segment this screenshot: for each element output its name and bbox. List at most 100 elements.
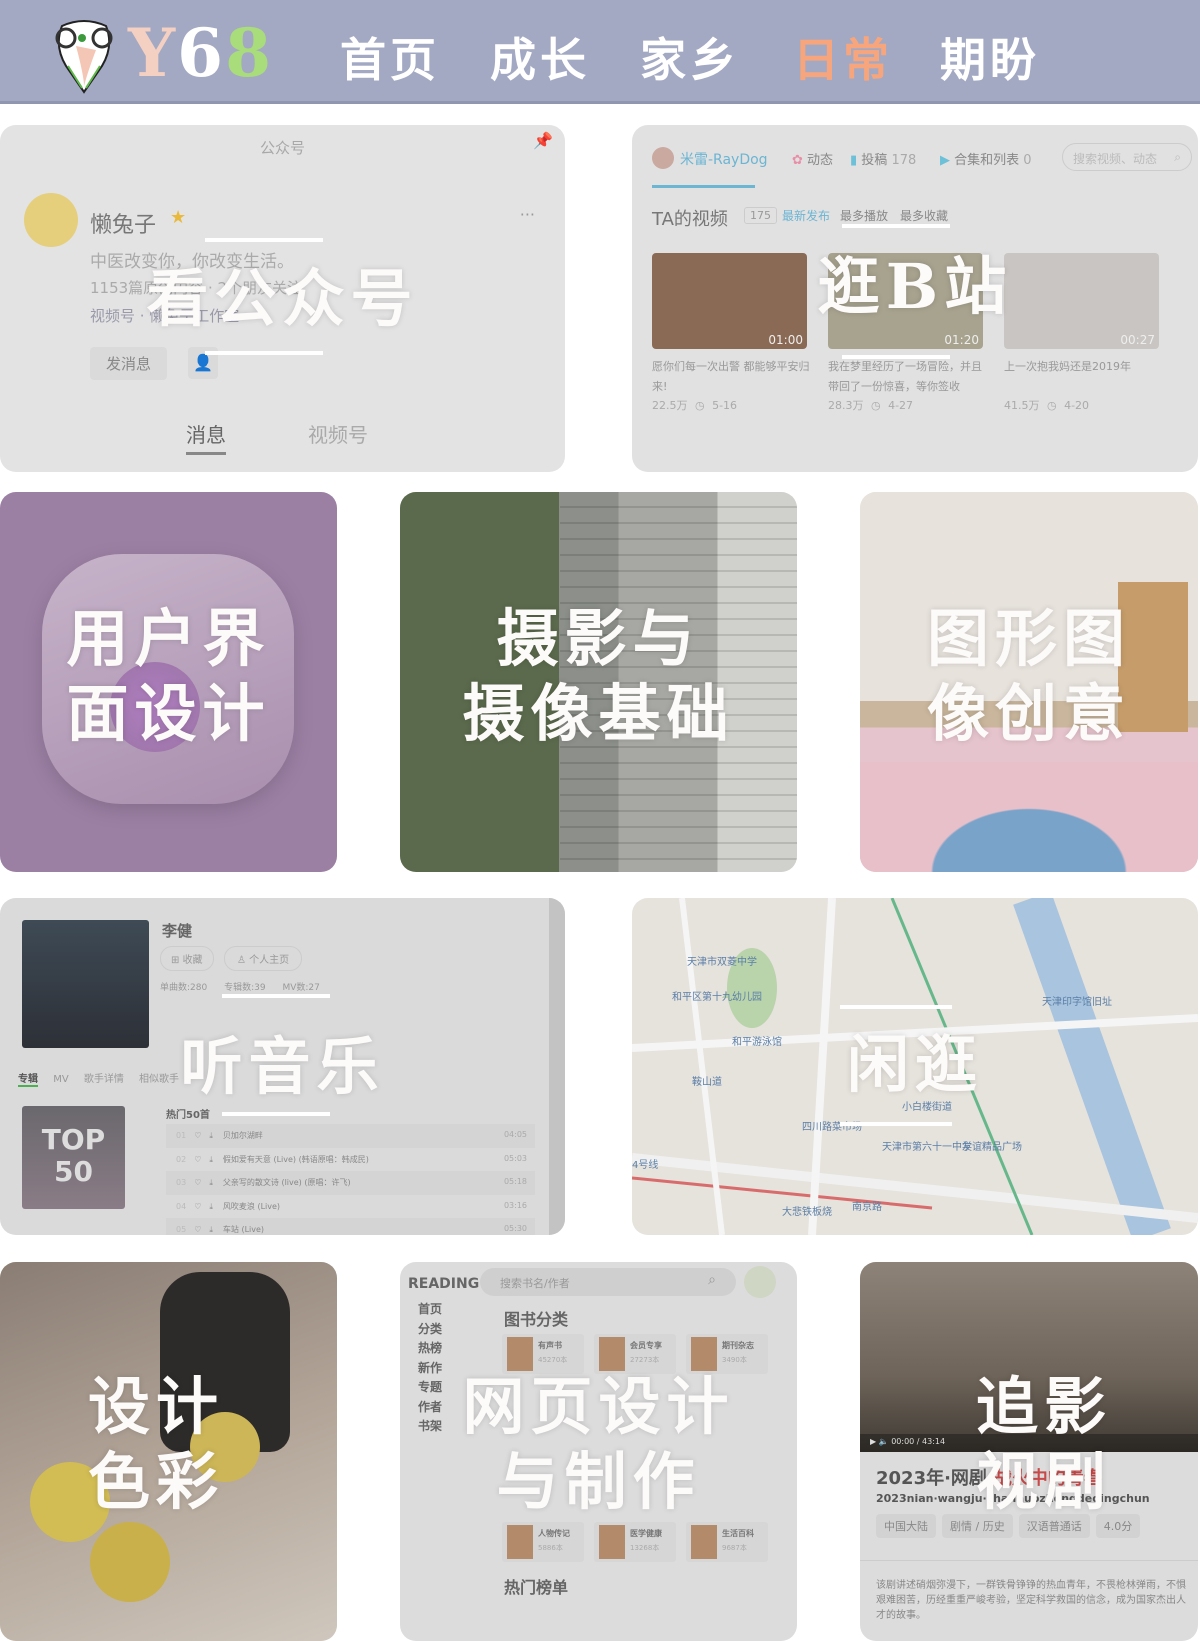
nav-growth[interactable]: 成长	[490, 24, 590, 90]
book-count: 3490本	[722, 1356, 747, 1364]
download-icon[interactable]: ⤓	[209, 1155, 213, 1164]
book-category[interactable]: 医学健康 13268本	[594, 1522, 676, 1562]
brand-logo[interactable]: Y68	[128, 14, 273, 92]
book-cover	[507, 1337, 533, 1371]
card-color[interactable]: 设计 色彩	[0, 1262, 337, 1641]
brand-6: 6	[177, 14, 226, 92]
sheep-logo-icon[interactable]	[52, 16, 116, 94]
song-number: 03	[176, 1178, 187, 1187]
heart-icon[interactable]: ♡	[194, 1178, 201, 1187]
side-nav-item[interactable]: 首页	[418, 1300, 442, 1320]
map-label[interactable]: 和平区第十九幼儿园	[672, 988, 762, 1003]
map-label[interactable]: 友谊精品广场	[962, 1138, 1022, 1153]
map-label[interactable]: 天津印字馆旧址	[1042, 993, 1112, 1008]
tab-messages[interactable]: 消息	[186, 419, 226, 455]
map-label[interactable]: 4号线	[632, 1156, 658, 1171]
book-category-name: 医学健康	[630, 1529, 662, 1538]
card-bilibili[interactable]: 米雷-RayDog ✿ 动态 ▮ 投稿 178 ▶ 合集和列表 0 搜索视频、动…	[632, 125, 1198, 472]
reading-logo[interactable]: READING	[408, 1276, 479, 1292]
card-title-line1: 网页设计	[462, 1370, 735, 1443]
song-number: 02	[176, 1154, 187, 1164]
search-icon[interactable]: ⌕	[708, 1272, 716, 1288]
ranking-title: 热门榜单	[504, 1578, 569, 1597]
song-row[interactable]: 05 ♡ ⤓ 车站 (Live) 05:30	[166, 1218, 535, 1235]
tab-collections[interactable]: ▶ 合集和列表 0	[940, 149, 1032, 168]
card-map[interactable]: 天津市双菱中学 和平区第十九幼儿园 和平游泳馆 鞍山道 南京路 天津市第六十一中学 小白楼街…	[632, 898, 1198, 1235]
tab-dynamic[interactable]: ✿ 动态	[792, 149, 833, 168]
show-description: 该剧讲述硝烟弥漫下，一群铁骨铮铮的热血青年，不畏枪林弹雨，不惧艰难困苦，历经重重…	[876, 1580, 1186, 1621]
pin-icon[interactable]: 📌	[533, 131, 553, 150]
decor-line	[842, 224, 950, 228]
nav-home[interactable]: 首页	[340, 24, 440, 90]
download-icon[interactable]: ⤓	[209, 1202, 213, 1211]
side-nav-item[interactable]: 分类	[418, 1320, 442, 1340]
favorite-button[interactable]: ⊞ 收藏	[160, 946, 214, 971]
heart-icon[interactable]: ♡	[194, 1202, 201, 1211]
views-count: 22.5万	[652, 399, 688, 412]
uploads-count: 178	[891, 153, 917, 168]
side-nav-item[interactable]: 热榜	[418, 1339, 442, 1359]
top-nav-bar: Y68 首页 成长 家乡 日常 期盼	[0, 0, 1200, 104]
heart-icon[interactable]: ♡	[194, 1131, 201, 1140]
sort-most-played[interactable]: 最多播放	[840, 207, 888, 224]
tab-uploads-label: 投稿	[861, 153, 888, 168]
avatar	[24, 193, 78, 247]
map-label[interactable]: 天津市双菱中学	[687, 953, 757, 968]
video-title[interactable]: 我在梦里经历了一场冒险，并且带回了一份惊喜，等你签收	[828, 357, 988, 397]
category-title: 图书分类	[504, 1310, 569, 1329]
download-icon[interactable]: ⤓	[209, 1225, 213, 1234]
map-label[interactable]: 大悲铁板烧	[782, 1203, 832, 1218]
video-count: 175	[744, 207, 777, 224]
book-count: 27273本	[630, 1356, 660, 1364]
card-title-line2: 视剧	[975, 1445, 1112, 1518]
tab-dynamic-label: 动态	[807, 153, 834, 168]
nav-daily[interactable]: 日常	[793, 24, 893, 90]
search-input[interactable]: 搜索视频、动态 ⌕	[1062, 143, 1192, 171]
nav-hope[interactable]: 期盼	[940, 24, 1040, 90]
song-duration: 05:03	[503, 1153, 527, 1163]
book-category[interactable]: 人物传记 5886本	[502, 1522, 584, 1562]
card-ui-design[interactable]: 用户界 面设计	[0, 492, 337, 872]
card-photography[interactable]: 摄影与 摄像基础	[400, 492, 797, 872]
song-duration: 04:05	[503, 1130, 527, 1139]
book-search-input[interactable]: 搜索书名/作者 ⌕	[480, 1268, 736, 1296]
tab-channels[interactable]: 视频号	[308, 419, 368, 448]
heart-icon[interactable]: ♡	[194, 1155, 201, 1164]
map-label[interactable]: 南京路	[852, 1198, 882, 1213]
video-title[interactable]: 愿你们每一次出警 都能够平安归来!	[652, 357, 812, 397]
profile-button[interactable]: ♙ 个人主页	[224, 946, 303, 971]
tab-uploads[interactable]: ▮ 投稿 178	[850, 149, 916, 168]
song-row[interactable]: 02 ♡ ⤓ 假如爱有天意 (Live) (韩语原唱：韩成民) 05:03	[166, 1148, 535, 1172]
video-title[interactable]: 上一次抱我妈还是2019年	[1004, 357, 1164, 377]
nav-hometown[interactable]: 家乡	[640, 24, 740, 90]
song-duration: 03:16	[503, 1200, 527, 1210]
download-icon[interactable]: ⤓	[209, 1178, 213, 1187]
send-message-button[interactable]: 发消息	[90, 347, 168, 380]
song-name: 贝加尔湖畔	[222, 1131, 263, 1140]
user-avatar[interactable]	[744, 1266, 776, 1298]
card-drama[interactable]: ▶ 🔈 00:00 / 43:14 2023年·网剧·战火中的青春 2023ni…	[860, 1262, 1198, 1641]
decor-line	[205, 351, 323, 355]
card-graphics[interactable]: 图形图 像创意	[860, 492, 1198, 872]
heart-icon[interactable]: ♡	[194, 1225, 201, 1234]
song-row[interactable]: 01 ♡ ⤓ 贝加尔湖畔 04:05	[166, 1124, 535, 1148]
search-icon[interactable]: ⌕	[1174, 150, 1181, 165]
decor-line	[840, 1122, 952, 1126]
user-name[interactable]: 米雷-RayDog	[680, 149, 768, 169]
card-web-design[interactable]: READING 搜索书名/作者 ⌕ 首页 分类 热榜 新作 专题 作者 书架 图书分类 有声书…	[400, 1262, 797, 1641]
map-label[interactable]: 天津市第六十一中学	[882, 1138, 972, 1153]
card-music[interactable]: 李健 ⊞ 收藏 ♙ 个人主页 单曲数:280 专辑数:39 MV数:27 专辑 …	[0, 898, 565, 1235]
top50-album[interactable]: TOP 50	[22, 1106, 125, 1209]
card-wechat[interactable]: 公众号 📌 懒兔子 ★ ··· 中医改变你，你改变生活。 1153篇原创内容 ·…	[0, 125, 565, 472]
song-row[interactable]: 04 ♡ ⤓ 风吹麦浪 (Live) 03:16	[166, 1195, 535, 1219]
download-icon[interactable]: ⤓	[209, 1131, 213, 1140]
more-icon[interactable]: ···	[520, 205, 535, 224]
book-category[interactable]: 生活百科 9687本	[686, 1522, 768, 1562]
book-count: 5886本	[538, 1544, 563, 1552]
sort-newest[interactable]: 最新发布	[782, 207, 830, 224]
card-title: 闲逛	[846, 1028, 983, 1101]
sort-most-favorited[interactable]: 最多收藏	[900, 207, 948, 224]
book-count: 45270本	[538, 1356, 568, 1364]
song-row[interactable]: 03 ♡ ⤓ 父亲写的散文诗 (live) (原唱：许飞) 05:18	[166, 1171, 535, 1195]
book-cover	[691, 1525, 717, 1559]
